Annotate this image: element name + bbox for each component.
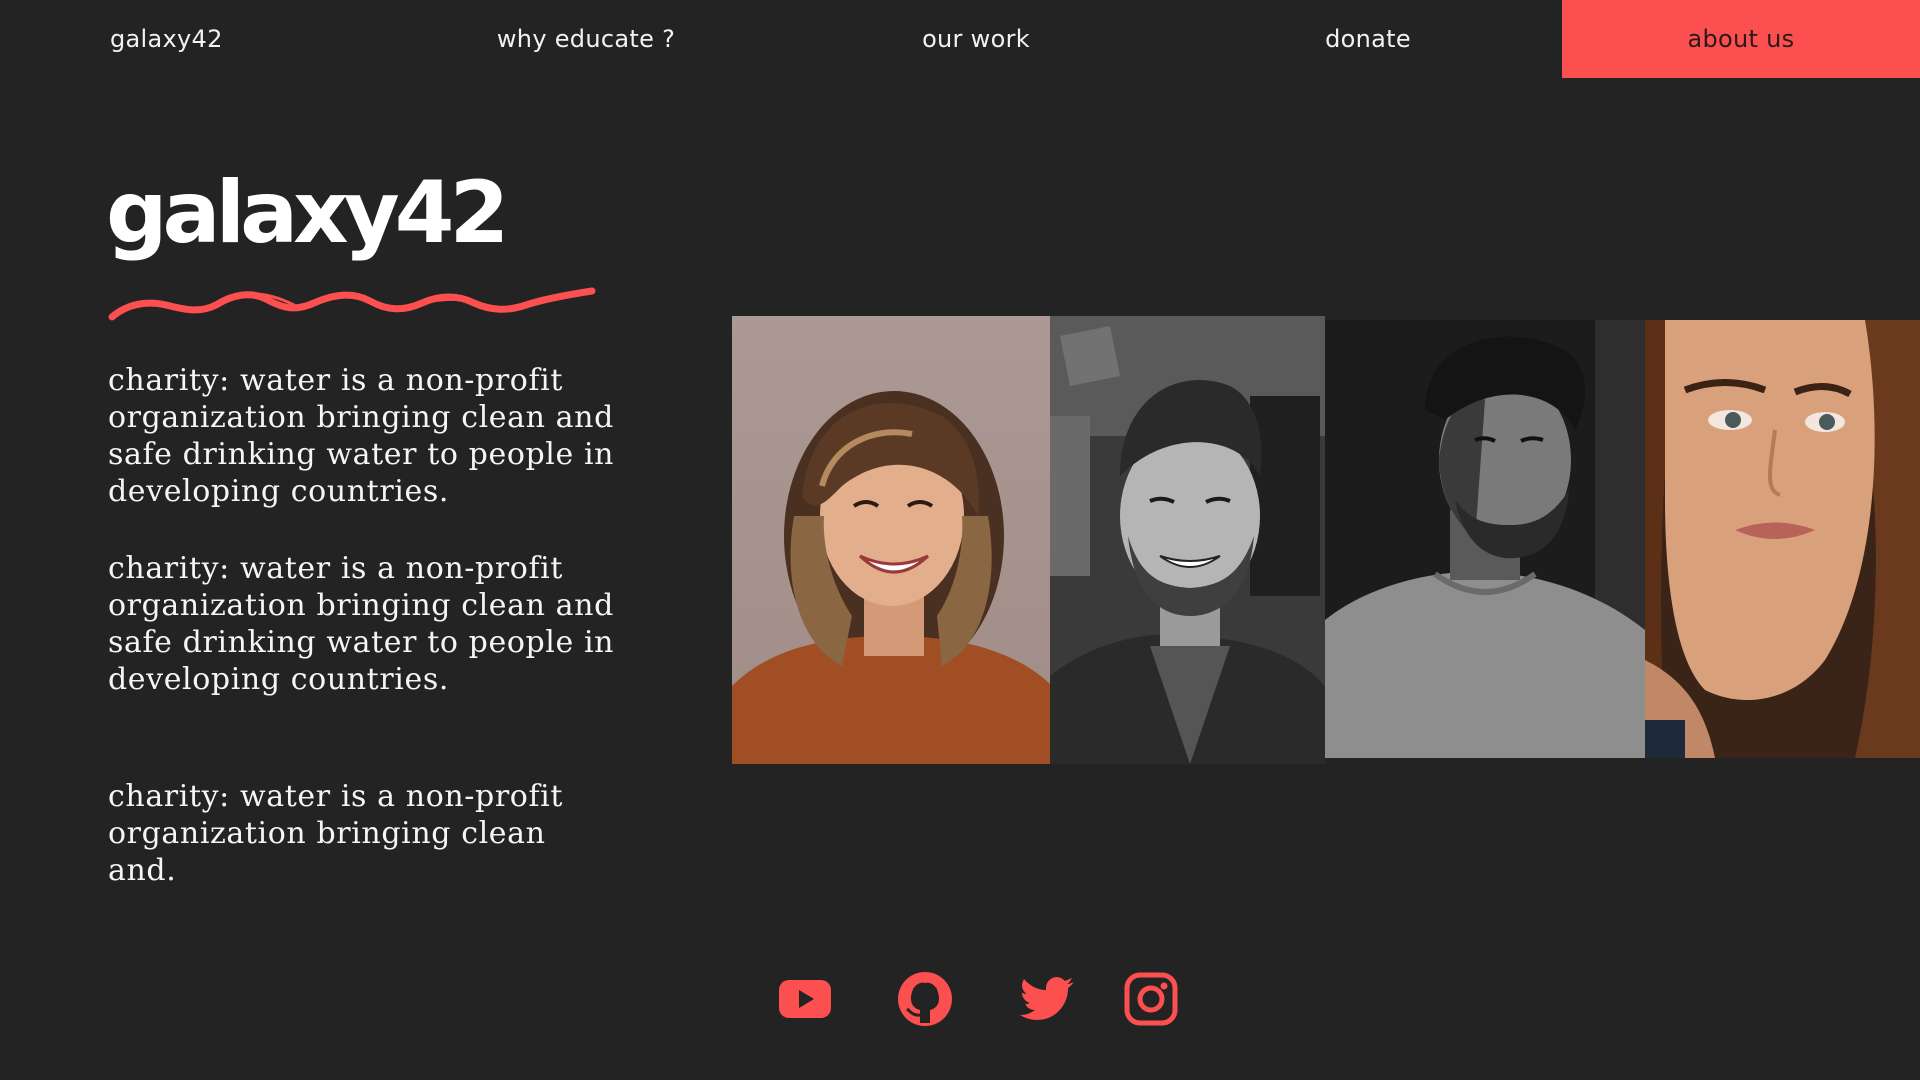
smiling-woman-photo — [732, 316, 1050, 764]
twitter-icon[interactable] — [1018, 968, 1076, 1030]
squiggle-underline — [108, 287, 596, 321]
bearded-man-photo — [1325, 320, 1645, 758]
youtube-icon[interactable] — [776, 968, 834, 1030]
woman-portrait-photo — [1645, 320, 1920, 758]
nav-why-educate[interactable]: why educate ? — [486, 0, 686, 78]
mission-paragraph: charity: water is a non-profit organizat… — [108, 551, 615, 697]
closing-paragraph: charity: water is a non-profit organizat… — [108, 779, 563, 888]
nav-brand-link[interactable]: galaxy42 — [110, 0, 260, 78]
nav-donate[interactable]: donate — [1268, 0, 1468, 78]
logo-heading: galaxy42 — [106, 163, 509, 263]
nav-our-work[interactable]: our work — [876, 0, 1076, 78]
instagram-icon[interactable] — [1122, 968, 1180, 1030]
top-nav: galaxy42 why educate ? our work donate a… — [0, 0, 1920, 78]
github-icon[interactable] — [896, 968, 954, 1030]
smiling-man-photo — [1050, 316, 1325, 764]
page: galaxy42 why educate ? our work donate a… — [0, 0, 1920, 1080]
intro-paragraph: charity: water is a non-profit organizat… — [108, 363, 615, 509]
nav-about-us[interactable]: about us — [1562, 0, 1920, 78]
